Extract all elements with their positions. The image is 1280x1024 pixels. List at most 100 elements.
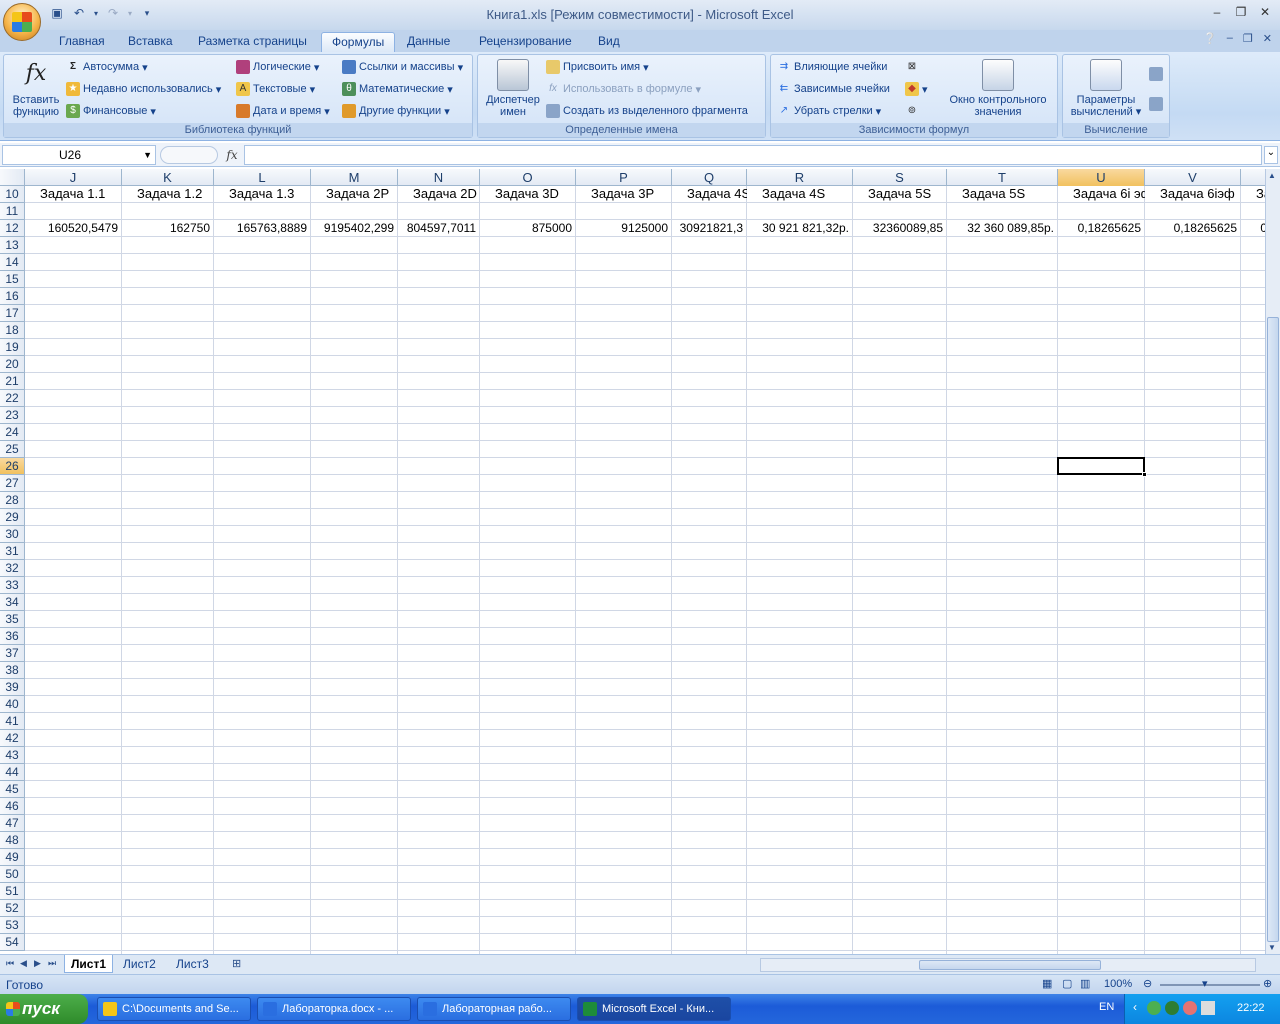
tab-6[interactable]: Рецензирование bbox=[469, 32, 582, 52]
header-cell[interactable]: Задача 3P bbox=[577, 186, 672, 203]
header-cell[interactable]: Задача 4S bbox=[673, 186, 747, 203]
row-header[interactable]: 34 bbox=[0, 594, 25, 611]
scroll-up-icon[interactable]: ▲ bbox=[1268, 171, 1276, 180]
logical-button[interactable]: Логические ▾ bbox=[236, 60, 319, 74]
sheet-tab-3[interactable]: Лист3 bbox=[170, 955, 215, 973]
restore-icon[interactable]: ❐ bbox=[1234, 5, 1248, 19]
row-header[interactable]: 13 bbox=[0, 237, 25, 254]
column-header[interactable]: U bbox=[1058, 169, 1145, 186]
expand-formula-bar-icon[interactable]: ⌄ bbox=[1264, 146, 1278, 164]
tab-4[interactable]: Формулы bbox=[321, 32, 396, 52]
chevron-down-icon[interactable]: ▼ bbox=[143, 146, 152, 164]
tray-antivirus-icon[interactable] bbox=[1165, 1001, 1179, 1015]
select-all-corner[interactable] bbox=[0, 169, 25, 186]
row-header[interactable]: 37 bbox=[0, 645, 25, 662]
row-header[interactable]: 17 bbox=[0, 305, 25, 322]
header-cell[interactable]: Задача 5S bbox=[948, 186, 1058, 203]
row-header[interactable]: 30 bbox=[0, 526, 25, 543]
zoom-out-icon[interactable]: ⊖ bbox=[1143, 977, 1152, 990]
row-header[interactable]: 31 bbox=[0, 543, 25, 560]
row-header[interactable]: 12 bbox=[0, 220, 25, 237]
data-cell[interactable]: 0,18265625 bbox=[1059, 220, 1143, 237]
row-header[interactable]: 25 bbox=[0, 441, 25, 458]
row-header[interactable]: 29 bbox=[0, 509, 25, 526]
autosum-button[interactable]: Σ Автосумма ▾ bbox=[66, 60, 148, 74]
data-cell[interactable]: 9125000 bbox=[577, 220, 670, 237]
row-header[interactable]: 47 bbox=[0, 815, 25, 832]
taskbar-task-4[interactable]: Microsoft Excel - Кни... bbox=[577, 997, 731, 1021]
tab-1[interactable]: Главная bbox=[49, 32, 115, 52]
data-cell[interactable]: 9195402,299 bbox=[312, 220, 396, 237]
zoom-level[interactable]: 100% bbox=[1104, 978, 1132, 990]
column-header[interactable]: T bbox=[947, 169, 1058, 186]
row-header[interactable]: 38 bbox=[0, 662, 25, 679]
tab-2[interactable]: Вставка bbox=[118, 32, 183, 52]
more-functions-button[interactable]: Другие функции ▾ bbox=[342, 104, 450, 118]
header-cell[interactable]: Задача 4S bbox=[748, 186, 853, 203]
insert-sheet-icon[interactable]: ⊞ bbox=[232, 957, 241, 970]
row-header[interactable]: 48 bbox=[0, 832, 25, 849]
data-cell[interactable]: 30921821,3 bbox=[673, 220, 745, 237]
row-header[interactable]: 20 bbox=[0, 356, 25, 373]
header-cell[interactable]: Задача 6i эф bbox=[1059, 186, 1145, 203]
error-checking-icon[interactable]: ◆ ▾ bbox=[905, 82, 928, 96]
row-header[interactable]: 51 bbox=[0, 883, 25, 900]
data-cell[interactable]: 0,18265625 bbox=[1146, 220, 1239, 237]
financial-button[interactable]: $ Финансовые ▾ bbox=[66, 104, 156, 118]
column-header[interactable]: O bbox=[480, 169, 576, 186]
customize-qat-icon[interactable]: ▾ bbox=[138, 4, 156, 22]
name-box[interactable]: U26 ▼ bbox=[2, 145, 156, 165]
data-cell[interactable]: 162750 bbox=[123, 220, 212, 237]
calc-now-icon[interactable] bbox=[1149, 67, 1163, 81]
row-header[interactable]: 42 bbox=[0, 730, 25, 747]
remove-arrows-button[interactable]: ↗ Убрать стрелки ▾ bbox=[777, 104, 881, 118]
taskbar-task-1[interactable]: C:\Documents and Se... bbox=[97, 997, 251, 1021]
doc-close-icon[interactable]: ✕ bbox=[1263, 32, 1272, 45]
worksheet-grid[interactable]: JKLMNOPQRSTUV 10 11 12 13 14 15 16 17 18 19 20 21 22… bbox=[0, 169, 1265, 954]
save-icon[interactable]: ▣ bbox=[48, 4, 66, 22]
header-cell[interactable]: Задача 1.3 bbox=[215, 186, 311, 203]
calc-options-button[interactable]: Параметры вычислений ▾ bbox=[1067, 59, 1145, 118]
row-header[interactable]: 21 bbox=[0, 373, 25, 390]
watch-window-button[interactable]: Окно контрольного значения bbox=[939, 59, 1057, 118]
row-header[interactable]: 28 bbox=[0, 492, 25, 509]
header-cell[interactable]: Задача 2P bbox=[312, 186, 398, 203]
row-header[interactable]: 52 bbox=[0, 900, 25, 917]
data-cell[interactable]: 875000 bbox=[481, 220, 574, 237]
tray-volume-icon[interactable] bbox=[1201, 1001, 1215, 1015]
horizontal-scrollbar[interactable] bbox=[760, 958, 1256, 972]
row-header[interactable]: 49 bbox=[0, 849, 25, 866]
column-header[interactable]: L bbox=[214, 169, 311, 186]
zoom-thumb-icon[interactable]: ▾ bbox=[1202, 977, 1208, 990]
row-header[interactable]: 46 bbox=[0, 798, 25, 815]
undo-icon[interactable]: ↶ bbox=[70, 4, 88, 22]
data-cell[interactable]: 32360089,85 bbox=[854, 220, 945, 237]
row-header[interactable]: 40 bbox=[0, 696, 25, 713]
column-header[interactable]: N bbox=[398, 169, 480, 186]
vertical-scroll-thumb[interactable] bbox=[1267, 317, 1279, 942]
row-header[interactable]: 45 bbox=[0, 781, 25, 798]
header-cell[interactable]: Задача 3D bbox=[481, 186, 576, 203]
row-header[interactable]: 23 bbox=[0, 407, 25, 424]
column-header[interactable]: Q bbox=[672, 169, 747, 186]
tab-3[interactable]: Разметка страницы bbox=[188, 32, 317, 52]
row-header[interactable]: 14 bbox=[0, 254, 25, 271]
zoom-in-icon[interactable]: ⊕ bbox=[1263, 977, 1272, 990]
tab-5[interactable]: Данные bbox=[397, 32, 460, 52]
fill-handle[interactable] bbox=[1142, 472, 1147, 477]
row-header[interactable]: 22 bbox=[0, 390, 25, 407]
row-header[interactable]: 24 bbox=[0, 424, 25, 441]
row-header[interactable]: 11 bbox=[0, 203, 25, 220]
column-header[interactable]: P bbox=[576, 169, 672, 186]
undo-dropdown-icon[interactable]: ▾ bbox=[92, 4, 100, 22]
scroll-down-icon[interactable]: ▼ bbox=[1268, 943, 1276, 952]
row-header[interactable]: 18 bbox=[0, 322, 25, 339]
column-header[interactable]: V bbox=[1145, 169, 1241, 186]
taskbar-task-2[interactable]: Лабораторка.docx - ... bbox=[257, 997, 411, 1021]
row-header[interactable]: 43 bbox=[0, 747, 25, 764]
first-sheet-icon[interactable]: ⏮ bbox=[6, 958, 14, 969]
header-cell[interactable]: Задача 1.2 bbox=[123, 186, 214, 203]
row-header[interactable]: 54 bbox=[0, 934, 25, 951]
tray-chevron-icon[interactable]: ‹ bbox=[1133, 1000, 1137, 1014]
use-in-formula-button[interactable]: fx Использовать в формуле ▾ bbox=[546, 82, 701, 96]
